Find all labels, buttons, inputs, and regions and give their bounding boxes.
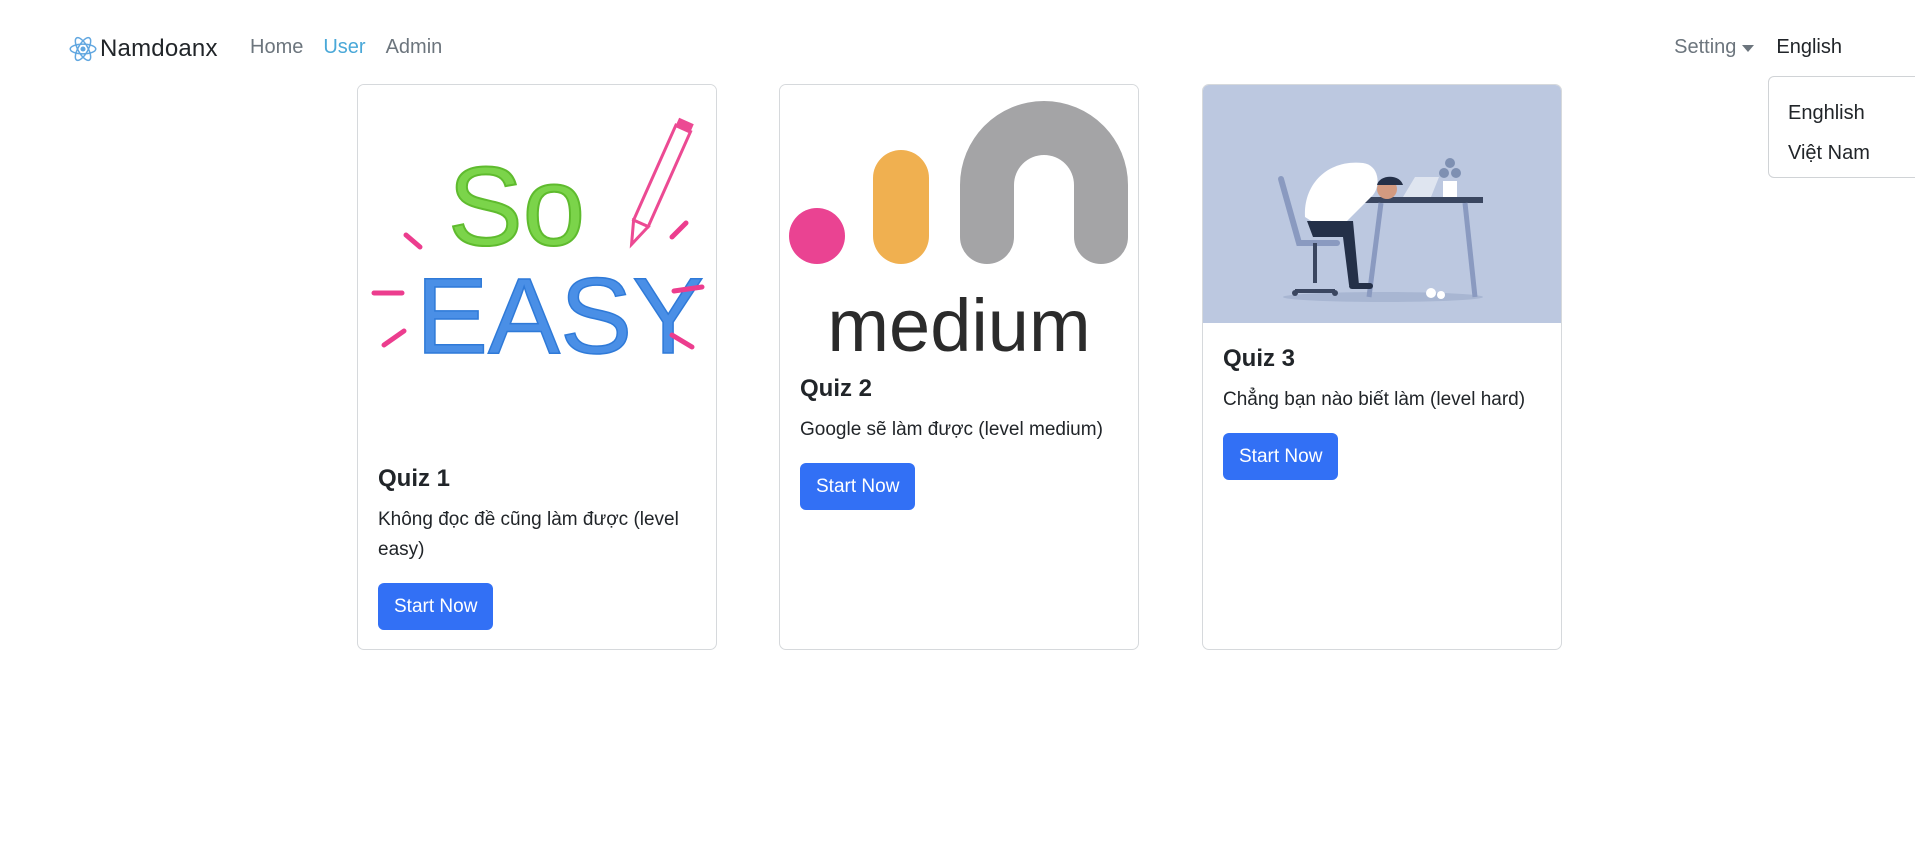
- caret-down-icon: [1742, 45, 1755, 52]
- quiz-1-description: Không đọc đề cũng làm được (level easy): [378, 509, 679, 560]
- quiz-2-title: Quiz 2: [800, 375, 873, 402]
- quiz-1-body: Quiz 1 Không đọc đề cũng làm được (level…: [378, 465, 696, 630]
- quiz-3-description: Chẳng bạn nào biết làm (level hard): [1223, 389, 1526, 410]
- so-text: So: [448, 144, 585, 269]
- quiz-card-1: So EASY Quiz 1 Không đọc đề cũng làm đượ…: [357, 84, 717, 650]
- quiz-2-description: Google sẽ làm được (level medium): [800, 419, 1103, 440]
- nav-right: Setting English: [1674, 36, 1842, 59]
- easy-text: EASY: [416, 255, 704, 376]
- brand[interactable]: Namdoanx: [68, 34, 218, 64]
- nav-link-home[interactable]: Home: [250, 36, 303, 59]
- quiz-2-start-button[interactable]: Start Now: [800, 463, 916, 510]
- dropdown-item-english[interactable]: Enghlish: [1769, 93, 1915, 133]
- nav-link-user[interactable]: User: [323, 36, 365, 59]
- quiz-2-image: medium: [780, 85, 1138, 375]
- setting-dropdown-toggle[interactable]: Setting: [1674, 36, 1755, 59]
- setting-label: Setting: [1674, 36, 1737, 58]
- quiz-3-title: Quiz 3: [1223, 345, 1296, 372]
- language-dropdown-menu: Enghlish Việt Nam: [1768, 76, 1915, 178]
- dropdown-item-vietnamese[interactable]: Việt Nam: [1769, 133, 1915, 173]
- medium-text: medium: [827, 284, 1090, 367]
- brand-name: Namdoanx: [100, 35, 218, 62]
- quiz-1-image: So EASY: [358, 85, 716, 445]
- react-logo-icon: [69, 36, 97, 62]
- nav-link-admin[interactable]: Admin: [386, 36, 443, 59]
- quiz-3-start-button[interactable]: Start Now: [1223, 433, 1339, 480]
- nav-links: Home User Admin: [250, 36, 442, 59]
- quiz-3-image: [1203, 85, 1561, 323]
- quiz-card-2: medium Quiz 2 Google sẽ làm được (level …: [779, 84, 1139, 650]
- quiz-1-title: Quiz 1: [378, 465, 451, 492]
- quiz-card-3: Quiz 3 Chẳng bạn nào biết làm (level har…: [1202, 84, 1562, 650]
- language-dropdown-toggle[interactable]: English: [1776, 36, 1842, 59]
- quiz-1-start-button[interactable]: Start Now: [378, 583, 494, 630]
- quiz-2-body: Quiz 2 Google sẽ làm được (level medium)…: [800, 375, 1118, 510]
- quiz-3-body: Quiz 3 Chẳng bạn nào biết làm (level har…: [1223, 345, 1541, 480]
